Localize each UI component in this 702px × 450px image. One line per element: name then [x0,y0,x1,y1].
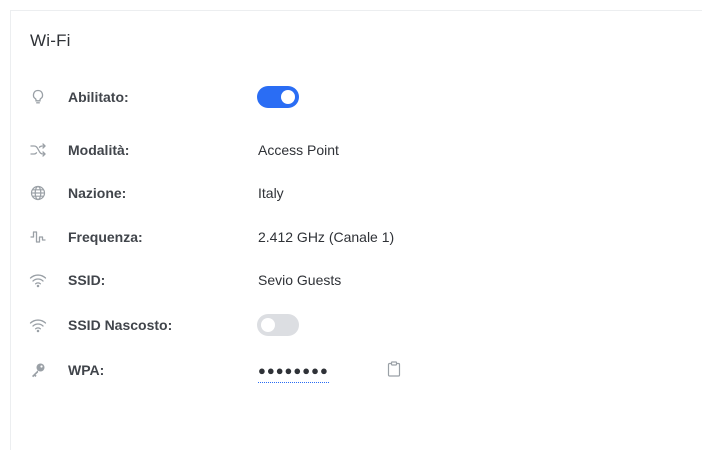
wifi-icon [29,316,47,334]
row-country: Nazione: Italy [11,178,691,208]
lightbulb-icon [29,88,47,106]
clipboard-icon[interactable] [387,361,401,377]
row-wpa: WPA: ●●●●●●●● [11,355,691,385]
row-ssid: SSID: Sevio Guests [11,265,691,295]
mode-value: Access Point [258,142,339,158]
mode-label: Modalità: [68,142,130,158]
wpa-label: WPA: [68,362,105,378]
row-frequency: Frequenza: 2.412 GHz (Canale 1) [11,222,691,252]
key-icon [29,361,47,379]
toggle-knob [281,90,295,104]
wifi-card: Wi-Fi Abilitato: Modalità: Access Point [10,10,702,450]
row-hidden-ssid: SSID Nascosto: [11,310,691,340]
ssid-value: Sevio Guests [258,272,342,288]
frequency-value: 2.412 GHz (Canale 1) [258,229,395,245]
enabled-label: Abilitato: [68,89,129,105]
hidden-ssid-toggle[interactable] [257,314,299,336]
wifi-icon [29,271,47,289]
row-mode: Modalità: Access Point [11,135,691,165]
pulse-wave-icon [29,228,47,246]
wpa-password[interactable]: ●●●●●●●● [258,360,329,383]
country-value: Italy [258,185,284,201]
hidden-ssid-label: SSID Nascosto: [68,317,173,333]
globe-icon [29,184,47,202]
toggle-knob [261,318,275,332]
frequency-label: Frequenza: [68,229,143,245]
enabled-toggle[interactable] [257,86,299,108]
country-label: Nazione: [68,185,127,201]
row-enabled: Abilitato: [11,82,691,112]
card-title: Wi-Fi [30,31,71,50]
shuffle-icon [29,141,47,159]
ssid-label: SSID: [68,272,106,288]
